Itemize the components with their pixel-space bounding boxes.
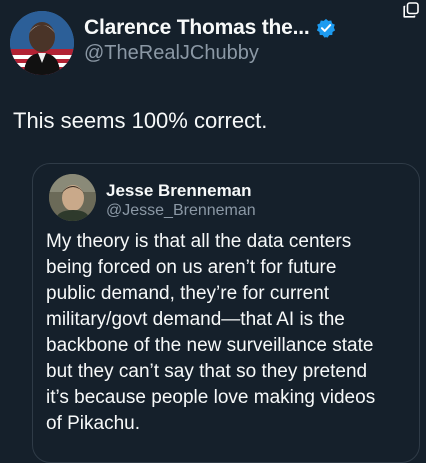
quoted-author-handle[interactable]: @Jesse_Brenneman: [106, 202, 256, 220]
quoted-text-line: military/govt demand—that AI is the: [46, 309, 345, 330]
quoted-tweet-text: My theory is that all the data centers b…: [46, 229, 416, 437]
quoted-author-avatar[interactable]: [49, 174, 96, 221]
quoted-text-line: being forced on us aren’t for future: [46, 257, 337, 278]
copy-icon[interactable]: [403, 2, 419, 18]
quoted-text-line: of Pikachu.: [46, 413, 140, 434]
quoted-text-line: it’s because people love making videos: [46, 387, 376, 408]
quoted-author-display-name[interactable]: Jesse Brenneman: [106, 181, 252, 201]
author-handle[interactable]: @TheRealJChubby: [84, 42, 259, 65]
author-display-name[interactable]: Clarence Thomas the...: [84, 16, 310, 40]
author-name-row: Clarence Thomas the...: [84, 14, 336, 42]
quoted-text-line: but they can’t say that so they pretend: [46, 361, 368, 382]
verified-badge-icon: [316, 18, 336, 38]
quoted-tweet-card[interactable]: Jesse Brenneman @Jesse_Brenneman My theo…: [32, 163, 420, 463]
quoted-text-line: backbone of the new surveillance state: [46, 335, 374, 356]
quoted-text-line: My theory is that all the data centers: [46, 231, 352, 252]
tweet: Clarence Thomas the... @TheRealJChubby T…: [0, 0, 426, 463]
author-avatar[interactable]: [10, 11, 74, 75]
tweet-text: This seems 100% correct.: [13, 108, 268, 133]
quoted-text-line: public demand, they’re for current: [46, 283, 330, 304]
